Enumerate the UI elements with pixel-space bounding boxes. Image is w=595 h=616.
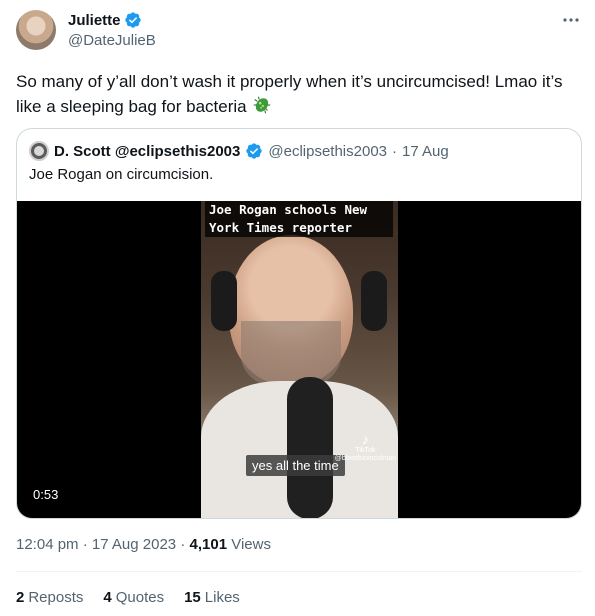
quoted-header: D. Scott @eclipsethis2003 @eclipsethis20… <box>29 141 449 161</box>
verified-badge-icon <box>246 143 263 159</box>
quotes-count: 4 <box>103 589 112 606</box>
engagement-stats: 2 Reposts 4 Quotes 15 Likes <box>16 589 240 606</box>
video-caption: Joe Rogan schools New York Times reporte… <box>205 201 393 237</box>
more-options-icon[interactable] <box>561 10 581 30</box>
tweet-time[interactable]: 12:04 pm <box>16 536 79 553</box>
headphone-right <box>361 271 387 331</box>
reposts-link[interactable]: 2 Reposts <box>16 589 83 606</box>
quotes-label: Quotes <box>115 589 165 606</box>
tweet-date[interactable]: 17 Aug 2023 <box>92 536 176 553</box>
video-frame: Joe Rogan schools New York Times reporte… <box>201 201 398 518</box>
quoted-handle[interactable]: @eclipsethis2003 <box>268 143 387 160</box>
quoted-text: Joe Rogan on circumcision. <box>29 166 214 183</box>
author-handle[interactable]: @DateJulieB <box>68 32 156 49</box>
views-label: Views <box>231 536 271 553</box>
quoted-date[interactable]: 17 Aug <box>402 143 449 160</box>
meta-separator: · <box>82 536 88 553</box>
quoted-avatar[interactable] <box>29 141 49 161</box>
microbe-icon <box>254 96 271 114</box>
quotes-link[interactable]: 4 Quotes <box>103 589 164 606</box>
views-count: 4,101 <box>189 536 228 553</box>
author-avatar[interactable] <box>16 10 56 50</box>
reposts-count: 2 <box>16 589 25 606</box>
tiktok-logo-icon: ♪ <box>361 431 369 447</box>
microphone <box>287 377 333 518</box>
author-block: Juliette @DateJulieB <box>68 11 156 50</box>
headphone-left <box>211 271 237 331</box>
tiktok-watermark: ♪ TikTok @bloodsinincolman <box>335 431 396 463</box>
author-name-row: Juliette <box>68 11 156 29</box>
likes-link[interactable]: 15 Likes <box>184 589 240 606</box>
likes-label: Likes <box>204 589 240 606</box>
video-player[interactable]: Joe Rogan schools New York Times reporte… <box>17 201 581 518</box>
video-subtitle: yes all the time <box>246 455 345 476</box>
meta-separator: · <box>180 536 186 553</box>
likes-count: 15 <box>184 589 201 606</box>
tiktok-user: @bloodsinincolman <box>334 455 396 462</box>
divider <box>16 571 582 572</box>
tweet-meta: 12:04 pm · 17 Aug 2023 · 4,101 Views <box>16 536 271 553</box>
author-name[interactable]: Juliette <box>68 12 121 29</box>
tweet-body: So many of y’all don’t wash it properly … <box>16 72 563 116</box>
reposts-label: Reposts <box>28 589 84 606</box>
quoted-separator: · <box>392 142 398 160</box>
video-duration: 0:53 <box>33 487 59 502</box>
tweet-text: So many of y’all don’t wash it properly … <box>16 70 586 119</box>
quoted-name[interactable]: D. Scott @eclipsethis2003 <box>54 143 240 160</box>
verified-badge-icon <box>124 12 141 28</box>
tiktok-label: TikTok <box>355 447 376 454</box>
quoted-tweet-card[interactable]: D. Scott @eclipsethis2003 @eclipsethis20… <box>16 128 582 519</box>
